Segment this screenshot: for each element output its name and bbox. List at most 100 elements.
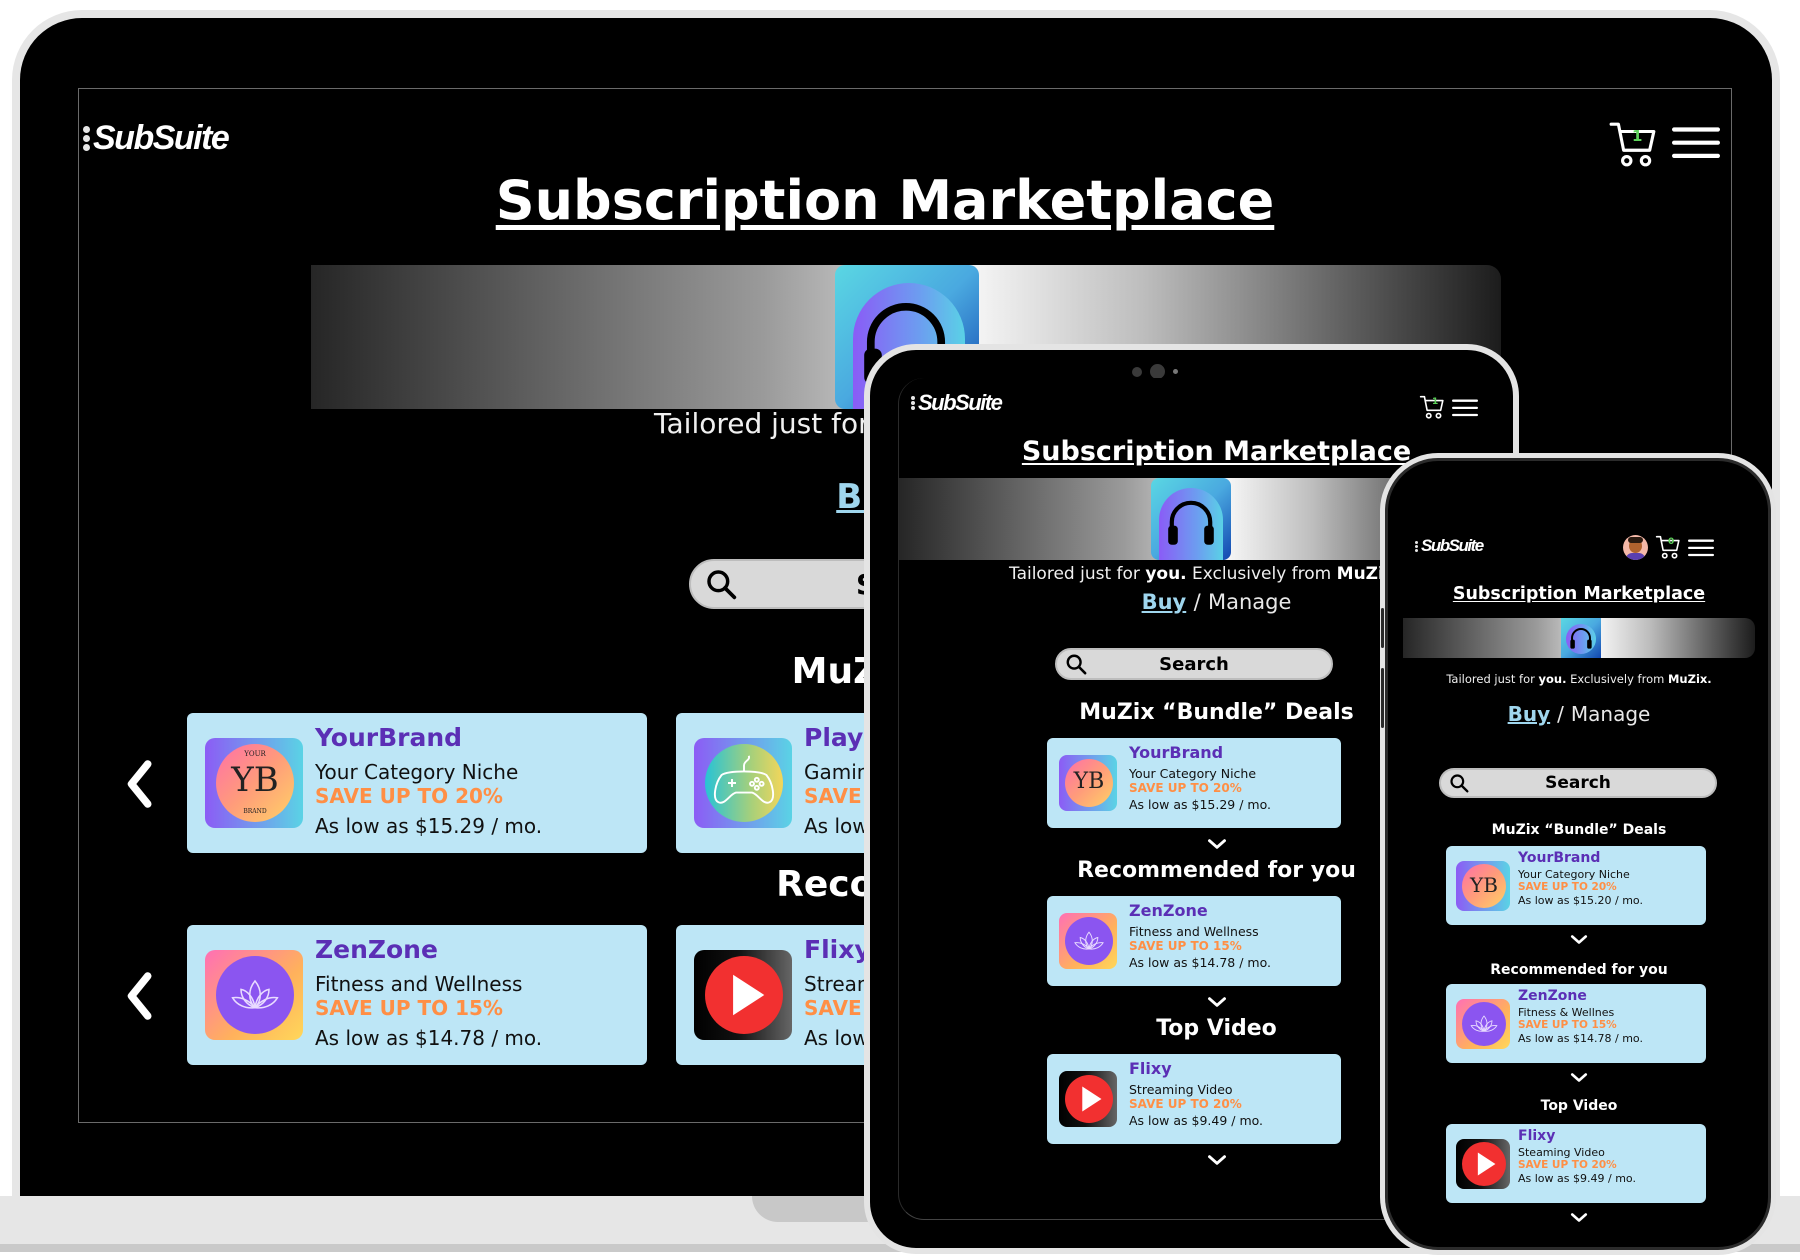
card-name: Flixy <box>1129 1059 1172 1078</box>
phone-screen: SubSuite 0 Subscription Marketplace Tail… <box>1403 480 1755 1232</box>
lotus-icon <box>220 960 290 1030</box>
card-price: As low as $15.20 / mo. <box>1518 894 1643 907</box>
card-price: As low as $14.78 / mo. <box>1518 1032 1643 1045</box>
user-avatar[interactable] <box>1623 535 1648 560</box>
flixy-app-icon <box>1456 1139 1510 1189</box>
carousel-prev-icon[interactable] <box>121 971 157 1021</box>
card-price: As low as $14.78 / mo. <box>1129 955 1271 970</box>
card-name: YourBrand <box>1518 850 1601 866</box>
section-heading-recommended: Recommended for you <box>1490 962 1668 978</box>
chevron-down-icon[interactable] <box>1570 1072 1588 1083</box>
card-category: Fitness and Wellness <box>315 972 523 996</box>
muzix-app-icon <box>1151 478 1231 560</box>
card-name: ZenZone <box>1518 988 1587 1004</box>
buy-link[interactable]: Buy <box>1142 590 1187 614</box>
flixy-app-icon <box>694 950 792 1040</box>
card-price: As low as $15.29 / mo. <box>1129 797 1271 812</box>
play-icon <box>1065 1075 1113 1123</box>
card-name: ZenZone <box>1129 901 1208 920</box>
manage-link[interactable]: Manage <box>1571 702 1650 726</box>
search-icon <box>1449 773 1469 793</box>
card-save-badge: SAVE UP TO 20% <box>1129 1097 1242 1111</box>
card-price: As low as $9.49 / mo. <box>1518 1172 1636 1185</box>
flixy-app-icon <box>1059 1071 1117 1127</box>
card-price: As low as $14.78 / mo. <box>315 1026 543 1050</box>
product-card-zenzone[interactable]: ZenZone Fitness & Wellnes SAVE UP TO 15%… <box>1446 984 1706 1063</box>
buy-manage-nav: Buy / Manage <box>1507 702 1651 726</box>
hamburger-icon <box>1452 398 1478 418</box>
card-save-badge: SAVE UP TO 15% <box>1518 1019 1617 1031</box>
card-category: Your Category Niche <box>1129 766 1257 781</box>
play-icon <box>1462 1142 1506 1186</box>
card-name: YourBrand <box>315 723 463 752</box>
logo-mark-icon <box>83 126 90 151</box>
page-title: Subscription Marketplace <box>1452 584 1706 604</box>
cart-button[interactable]: 1 <box>1607 119 1659 169</box>
menu-button[interactable] <box>1688 538 1714 558</box>
product-card-yourbrand[interactable]: YB YourBrand Your Category Niche SAVE UP… <box>1446 846 1706 925</box>
logo-mark-icon <box>1415 540 1418 552</box>
card-category: Your Category Niche <box>1518 868 1630 881</box>
subsuite-logo[interactable]: SubSuite <box>83 119 230 158</box>
zenzone-app-icon <box>1059 913 1117 969</box>
section-heading-bundle-deals: MuZix “Bundle” Deals <box>1491 822 1667 838</box>
card-save-badge: SAVE UP TO 20% <box>1518 1159 1617 1171</box>
phone-side-button <box>1381 668 1384 728</box>
logo-mark-icon <box>911 396 915 410</box>
menu-button[interactable] <box>1672 125 1720 161</box>
product-card-yourbrand[interactable]: YB YourBrand Your Category Niche SAVE UP… <box>1047 738 1341 828</box>
play-icon <box>705 956 783 1034</box>
search-input[interactable]: Search <box>1439 768 1717 798</box>
gamepad-icon <box>704 743 784 823</box>
yourbrand-monogram: YB <box>1470 873 1498 897</box>
card-save-badge: SAVE UP TO 20% <box>1129 781 1242 795</box>
hamburger-icon <box>1672 125 1720 161</box>
muzix-app-icon <box>1561 618 1601 658</box>
search-icon <box>705 568 737 600</box>
headphones-icon <box>1567 624 1595 652</box>
card-name: Flixy <box>1518 1128 1556 1144</box>
tagline: Tailored just for you. Exclusively from … <box>1009 564 1395 584</box>
cart-button[interactable]: 1 <box>1419 394 1445 420</box>
search-input[interactable]: Search <box>1055 648 1333 680</box>
product-card-zenzone[interactable]: ZenZone Fitness and Wellness SAVE UP TO … <box>187 925 647 1065</box>
buy-link[interactable]: Buy <box>1508 702 1551 726</box>
card-save-badge: SAVE UP TO 15% <box>1129 939 1242 953</box>
chevron-down-icon[interactable] <box>1570 1212 1588 1223</box>
lotus-icon <box>1464 1004 1504 1044</box>
chevron-down-icon[interactable] <box>1570 934 1588 945</box>
page-title: Subscription Marketplace <box>495 169 1275 232</box>
card-name: YourBrand <box>1129 743 1224 762</box>
menu-button[interactable] <box>1452 398 1478 418</box>
zenzone-app-icon <box>205 950 303 1040</box>
chevron-down-icon[interactable] <box>1207 1154 1227 1166</box>
yourbrand-logo-icon: YB <box>1059 755 1117 811</box>
tagline: Tailored just for you. Exclusively from … <box>1446 672 1712 686</box>
phone-mockup: SubSuite 0 Subscription Marketplace Tail… <box>1380 453 1776 1255</box>
chevron-down-icon[interactable] <box>1207 996 1227 1008</box>
hamburger-icon <box>1688 538 1714 558</box>
product-card-flixy[interactable]: Flixy Streaming Video SAVE UP TO 20% As … <box>1047 1054 1341 1144</box>
lotus-icon <box>1067 919 1111 963</box>
card-category: Streaming Video <box>1129 1082 1233 1097</box>
subsuite-logo[interactable]: SubSuite <box>911 390 1003 416</box>
chevron-down-icon[interactable] <box>1207 838 1227 850</box>
subsuite-logo[interactable]: SubSuite <box>1415 536 1484 556</box>
card-category: Your Category Niche <box>315 760 519 784</box>
product-card-zenzone[interactable]: ZenZone Fitness and Wellness SAVE UP TO … <box>1047 896 1341 986</box>
card-category: Fitness and Wellness <box>1129 924 1259 939</box>
card-price: As low as $9.49 / mo. <box>1129 1113 1264 1128</box>
carousel-prev-icon[interactable] <box>121 759 157 809</box>
zenzone-app-icon <box>1456 999 1510 1049</box>
manage-link[interactable]: Manage <box>1208 590 1291 614</box>
product-card-flixy[interactable]: Flixy Steaming Video SAVE UP TO 20% As l… <box>1446 1124 1706 1203</box>
cart-count-badge: 0 <box>1668 537 1675 547</box>
card-name: ZenZone <box>315 935 438 964</box>
product-card-yourbrand[interactable]: YOUR YB BRAND YourBrand Your Category Ni… <box>187 713 647 853</box>
tablet-camera <box>1132 364 1178 379</box>
gamepad-app-icon <box>694 738 792 828</box>
card-category: Fitness & Wellnes <box>1518 1006 1615 1019</box>
cart-button[interactable]: 0 <box>1655 534 1681 560</box>
phone-side-button <box>1381 608 1384 648</box>
yourbrand-monogram: YB <box>1073 769 1105 794</box>
